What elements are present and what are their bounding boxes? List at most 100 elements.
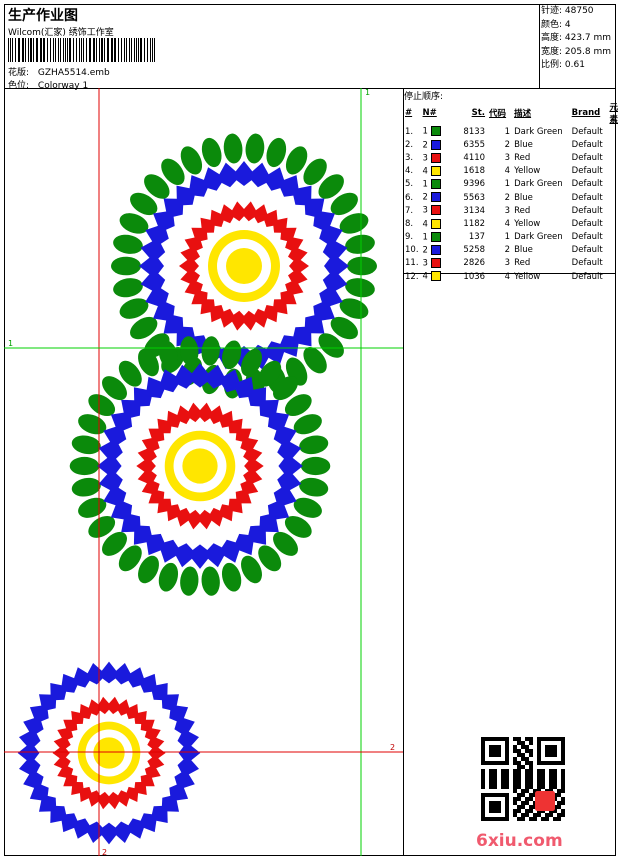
col-header-code: 代码 [489, 109, 507, 119]
qr-module [513, 781, 517, 785]
color-swatch [430, 126, 441, 137]
row-needle: 3 [421, 257, 450, 270]
row-needle: 2 [421, 191, 450, 204]
row-description: Dark Green [514, 179, 563, 190]
barcode-bar [107, 38, 109, 62]
row-stitches: 8133 [463, 126, 486, 137]
row-brand: Default [571, 271, 603, 282]
barcode-bar [15, 38, 16, 62]
qr-module [557, 813, 561, 817]
qr-module [525, 785, 529, 789]
qr-module [557, 805, 561, 809]
qr-module [517, 741, 521, 745]
leaf-motif [221, 562, 242, 592]
qr-module [525, 761, 529, 765]
embroidery-design-preview [4, 88, 403, 856]
needle-number: 1 [422, 232, 428, 243]
leaf-motif [299, 435, 329, 455]
needle-number: 3 [422, 153, 428, 164]
row-element [607, 138, 620, 151]
qr-module [557, 801, 561, 805]
barcode [8, 38, 155, 62]
qr-module [529, 781, 533, 785]
qr-module [505, 769, 509, 773]
qr-module [561, 813, 565, 817]
barcode-bar [81, 38, 82, 62]
barcode-bar [43, 38, 45, 62]
qr-module [561, 777, 565, 781]
table-row: 9. 1 137 1 Dark Green Default [403, 231, 620, 244]
qr-module [549, 785, 553, 789]
qr-module [545, 817, 549, 821]
barcode-bar [53, 38, 54, 62]
color-swatch [430, 179, 441, 190]
qr-module [525, 737, 529, 741]
leaf-motif [201, 137, 222, 168]
color-swatch [430, 258, 441, 269]
barcode-bar [33, 38, 34, 62]
qr-module [525, 809, 529, 813]
row-index: 3. [405, 152, 414, 163]
needle-number: 1 [422, 126, 428, 137]
design-scale: 比例: 0.61 [541, 60, 585, 70]
qr-module [553, 769, 557, 773]
row-index: 9. [405, 232, 414, 243]
row-description: Blue [514, 139, 533, 150]
qr-module [521, 765, 525, 769]
barcode-bar [101, 38, 103, 62]
qr-module [529, 765, 533, 769]
qr-module [557, 817, 561, 821]
qr-module [537, 785, 541, 789]
qr-module [529, 737, 533, 741]
barcode-bar [124, 38, 125, 62]
table-row: 4. 4 1618 4 Yellow Default [403, 165, 620, 178]
barcode-bar [86, 38, 87, 62]
qr-module [517, 781, 521, 785]
leaf-motif [71, 435, 101, 455]
qr-module [517, 817, 521, 821]
qr-module [561, 769, 565, 773]
qr-module [561, 797, 565, 801]
leaf-motif [113, 278, 143, 298]
qr-module [525, 797, 529, 801]
needle-number: 2 [422, 245, 428, 256]
leaf-motif [180, 566, 199, 596]
row-stitches: 5258 [463, 245, 486, 256]
color-swatch [430, 231, 441, 242]
row-needle: 4 [421, 165, 450, 178]
stitch-count: 针迹: 48750 [541, 6, 594, 16]
qr-module [521, 741, 525, 745]
row-element [607, 244, 620, 257]
qr-module [513, 789, 517, 793]
table-row: 5. 1 9396 1 Dark Green Default [403, 178, 620, 191]
qr-module [537, 769, 541, 773]
leaf-motif [71, 477, 101, 497]
qr-module [561, 809, 565, 813]
barcode-bar [65, 38, 66, 62]
qr-module [549, 781, 553, 785]
row-stitches: 1618 [463, 166, 486, 177]
row-code: 2 [504, 139, 511, 150]
guide-label-green-vertical: 1 [365, 88, 371, 97]
barcode-bar [89, 38, 91, 62]
design-height: 高度: 423.7 mm [541, 33, 612, 43]
row-brand: Default [571, 152, 603, 163]
row-brand: Default [571, 166, 603, 177]
page-title: 生产作业图 [8, 8, 78, 24]
qr-module [561, 789, 565, 793]
stop-sequence-body: 1. 1 8133 1 Dark Green Default 2. 2 6355 2 Blue D… [403, 125, 620, 283]
qr-module [553, 781, 557, 785]
barcode-bar [104, 38, 105, 62]
row-index: 1. [405, 126, 414, 137]
guide-label-red-vertical: 2 [102, 848, 108, 857]
row-brand: Default [571, 139, 603, 150]
row-stitches: 3134 [463, 205, 486, 216]
row-element [607, 257, 620, 270]
qr-module [493, 781, 497, 785]
qr-module [513, 809, 517, 813]
table-row: 1. 1 8133 1 Dark Green Default [403, 125, 620, 138]
barcode-bar [30, 38, 32, 62]
color-swatch [430, 245, 441, 256]
qr-module [529, 753, 533, 757]
row-needle: 2 [421, 138, 450, 151]
